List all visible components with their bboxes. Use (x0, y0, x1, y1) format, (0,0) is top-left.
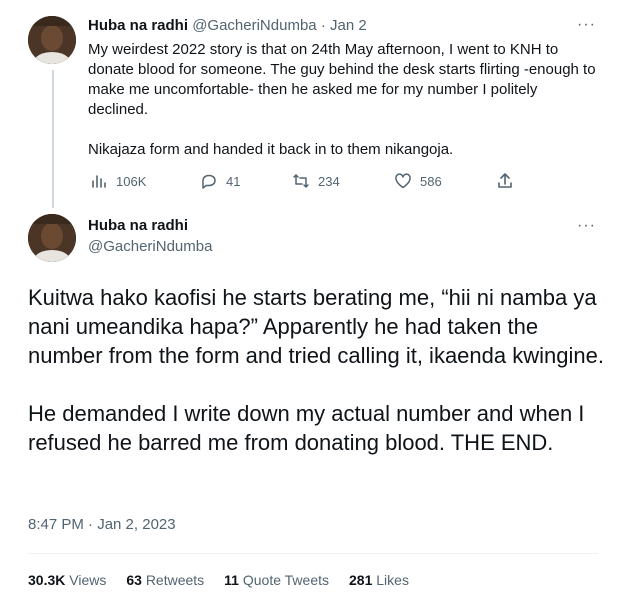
retweets-stat-label: Retweets (145, 572, 205, 588)
likes-stat[interactable]: 281 Likes (349, 572, 409, 588)
views-stat: 30.3K Views (28, 572, 106, 588)
tweet-paragraph: He demanded I write down my actual numbe… (28, 401, 585, 455)
avatar[interactable] (28, 214, 76, 262)
divider (28, 553, 598, 554)
retweets-stat-count: 63 (126, 572, 142, 588)
retweet-icon (293, 174, 309, 188)
like-count: 586 (420, 173, 442, 189)
tweet-stats: 30.3K Views 63 Retweets 11 Quote Tweets … (28, 572, 409, 588)
like-action[interactable]: 586 (394, 172, 442, 190)
retweet-count: 234 (318, 173, 340, 189)
thread-line (52, 70, 54, 208)
retweets-stat[interactable]: 63 Retweets (126, 572, 204, 588)
views-stat-label: Views (69, 572, 107, 588)
quotes-stat-count: 11 (224, 572, 239, 588)
more-options-icon[interactable]: ··· (577, 16, 596, 34)
tweet-text: Kuitwa hako kaofisi he starts berating m… (28, 283, 608, 486)
reply-icon (202, 174, 216, 189)
views-count: 106K (116, 173, 147, 189)
display-name[interactable]: Huba na radhi (88, 17, 188, 34)
tweet1-header: Huba na radhi @GacheriNdumba · Jan 2 (88, 17, 367, 34)
likes-stat-count: 281 (349, 572, 373, 588)
display-name[interactable]: Huba na radhi (88, 217, 188, 234)
quotes-stat[interactable]: 11 Quote Tweets (224, 572, 329, 588)
tweet-date[interactable]: Jan 2 (330, 17, 367, 34)
handle[interactable]: @GacheriNdumba (192, 17, 316, 34)
heart-icon (395, 173, 411, 189)
avatar[interactable] (28, 16, 76, 64)
tweet-paragraph: Kuitwa hako kaofisi he starts berating m… (28, 285, 604, 368)
likes-stat-label: Likes (376, 572, 409, 588)
share-icon (498, 173, 512, 188)
share-action[interactable] (496, 172, 514, 190)
quotes-stat-label: Quote Tweets (242, 572, 330, 588)
views-stat-count: 30.3K (28, 572, 66, 588)
retweet-action[interactable]: 234 (292, 172, 340, 190)
separator: · (320, 17, 326, 34)
reply-count: 41 (226, 173, 241, 189)
reply-action[interactable]: 41 (200, 172, 240, 190)
more-options-icon[interactable]: ··· (577, 217, 596, 235)
handle[interactable]: @GacheriNdumba (88, 238, 212, 255)
tweet-paragraph: Nikajaza form and handed it back in to t… (88, 141, 454, 158)
tweet-text: My weirdest 2022 story is that on 24th M… (88, 40, 600, 180)
tweet-actions: 106K 41 234 586 (88, 172, 528, 192)
views-icon (92, 175, 106, 188)
tweet-timestamp[interactable]: 8:47 PM · Jan 2, 2023 (28, 516, 176, 533)
views-action[interactable]: 106K (90, 172, 146, 190)
tweet-paragraph: My weirdest 2022 story is that on 24th M… (88, 41, 596, 118)
